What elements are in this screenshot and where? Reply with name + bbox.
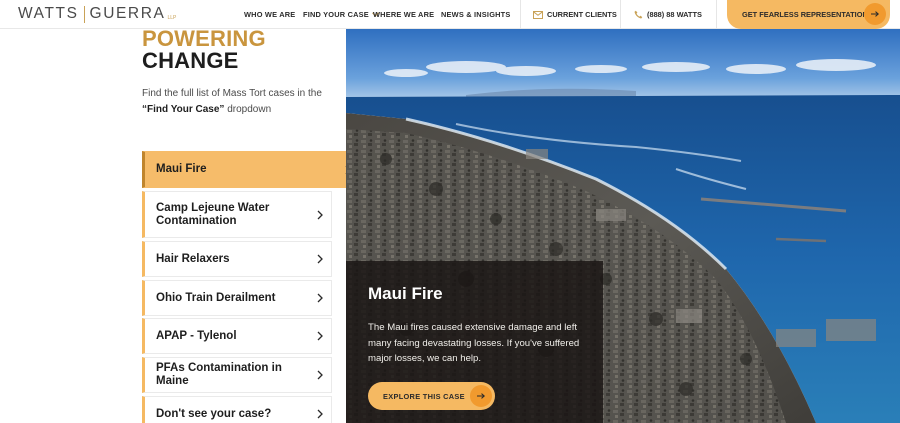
feature-title: Maui Fire	[368, 284, 443, 303]
case-item-ohio-train[interactable]: Ohio Train Derailment	[142, 280, 332, 316]
header-divider	[716, 0, 717, 29]
case-item-label: Don't see your case?	[156, 407, 272, 420]
cta-arrow	[864, 3, 886, 25]
nav-find-your-case[interactable]: FIND YOUR CASE	[303, 0, 379, 29]
chevron-right-icon	[317, 293, 323, 303]
chevron-right-icon	[317, 331, 323, 341]
chevron-right-icon	[317, 210, 323, 219]
intro-text-start: Find the full list of Mass Tort cases in…	[142, 88, 322, 99]
logo-word-right: GUERRA	[89, 5, 166, 22]
nav-label: WHO WE ARE	[244, 10, 296, 19]
nav-where-we-are[interactable]: WHERE WE ARE	[373, 0, 434, 29]
get-representation-button[interactable]: GET FEARLESS REPRESENTATION	[727, 0, 890, 29]
headline-line-1: POWERING	[142, 26, 266, 51]
nav-label: FIND YOUR CASE	[303, 10, 369, 19]
feature-card: Maui Fire The Maui fires caused extensiv…	[346, 261, 603, 423]
intro-highlight: “Find Your Case”	[142, 104, 225, 115]
case-item-hair-relaxers[interactable]: Hair Relaxers	[142, 241, 332, 277]
chevron-right-icon	[317, 254, 323, 264]
current-clients-label: CURRENT CLIENTS	[547, 10, 617, 19]
phone-icon	[634, 10, 643, 19]
case-item-camp-lejeune[interactable]: Camp Lejeune Water Contamination	[142, 191, 332, 238]
case-item-label: Hair Relaxers	[156, 252, 230, 265]
nav-news-insights[interactable]: NEWS & INSIGHTS	[441, 0, 511, 29]
feature-description: The Maui fires caused extensive damage a…	[368, 322, 580, 364]
site-header: WATTS GUERRA LLP WHO WE ARE FIND YOUR CA…	[0, 0, 900, 29]
chevron-right-icon	[317, 409, 323, 419]
case-item-other[interactable]: Don't see your case?	[142, 396, 332, 423]
case-item-maui-fire[interactable]: Maui Fire	[142, 151, 360, 188]
intro-text: Find the full list of Mass Tort cases in…	[142, 86, 332, 118]
nav-label: WHERE WE ARE	[373, 10, 435, 19]
phone-link[interactable]: (888) 88 WATTS	[634, 0, 702, 29]
site-logo[interactable]: WATTS GUERRA LLP	[18, 5, 176, 23]
case-item-label: Maui Fire	[156, 163, 207, 175]
cta-label: GET FEARLESS REPRESENTATION	[742, 10, 868, 19]
explore-case-button[interactable]: EXPLORE THIS CASE	[368, 382, 495, 410]
current-clients-link[interactable]: CURRENT CLIENTS	[533, 0, 617, 29]
nav-who-we-are[interactable]: WHO WE ARE	[244, 0, 295, 29]
case-item-pfas-maine[interactable]: PFAs Contamination in Maine	[142, 357, 332, 393]
page-headline: POWERING CHANGE	[142, 28, 266, 72]
logo-word-left: WATTS	[18, 5, 79, 22]
explore-label: EXPLORE THIS CASE	[383, 391, 465, 401]
explore-arrow	[470, 385, 492, 407]
header-divider	[520, 0, 521, 29]
case-item-apap-tylenol[interactable]: APAP - Tylenol	[142, 318, 332, 354]
intro-text-end: dropdown	[227, 104, 272, 115]
logo-mark: LLP	[167, 15, 177, 21]
headline-line-2: CHANGE	[142, 48, 239, 73]
header-divider	[620, 0, 621, 29]
case-item-label: PFAs Contamination in Maine	[156, 362, 282, 387]
case-item-label: APAP - Tylenol	[156, 329, 237, 342]
nav-label: NEWS & INSIGHTS	[441, 10, 511, 19]
case-item-label: Ohio Train Derailment	[156, 291, 276, 304]
phone-number: (888) 88 WATTS	[647, 10, 702, 19]
envelope-icon	[533, 10, 543, 19]
case-item-label: Camp Lejeune Water Contamination	[156, 201, 270, 227]
arrow-right-icon	[477, 393, 485, 399]
logo-divider	[83, 5, 85, 23]
chevron-right-icon	[317, 370, 323, 380]
arrow-right-icon	[871, 11, 879, 17]
